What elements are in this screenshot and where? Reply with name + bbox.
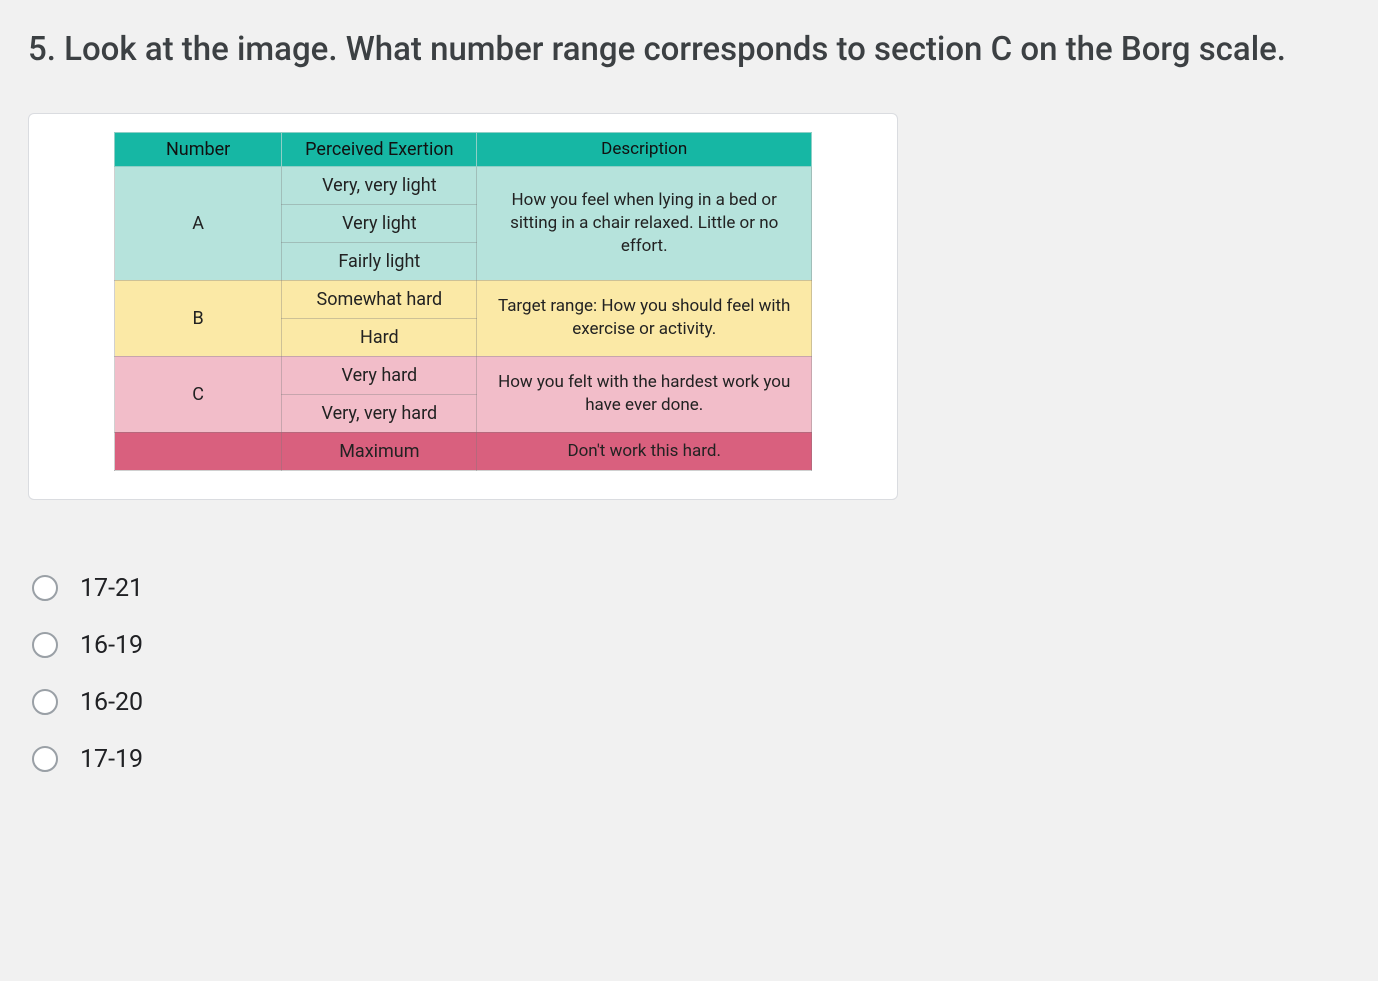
- answer-option-2[interactable]: 16-20: [28, 674, 1350, 731]
- answer-options: 17-21 16-19 16-20 17-19: [28, 560, 1350, 788]
- section-b-label: B: [115, 280, 282, 356]
- question-body: Look at the image. What number range cor…: [64, 30, 1286, 69]
- answer-option-1[interactable]: 16-19: [28, 617, 1350, 674]
- option-label: 17-19: [80, 745, 143, 774]
- section-c-label: C: [115, 356, 282, 432]
- section-b-description: Target range: How you should feel with e…: [477, 280, 812, 356]
- section-c-description: How you felt with the hardest work you h…: [477, 356, 812, 432]
- header-description: Description: [477, 132, 812, 166]
- question-number: 5.: [28, 30, 56, 69]
- table-row: Maximum Don't work this hard.: [115, 432, 812, 470]
- exertion-cell: Very light: [282, 204, 477, 242]
- exertion-cell: Maximum: [282, 432, 477, 470]
- radio-icon: [32, 575, 58, 601]
- radio-icon: [32, 746, 58, 772]
- option-label: 16-20: [80, 688, 143, 717]
- option-label: 16-19: [80, 631, 143, 660]
- max-description: Don't work this hard.: [477, 432, 812, 470]
- exertion-cell: Very, very light: [282, 166, 477, 204]
- radio-icon: [32, 689, 58, 715]
- borg-table-container: Number Perceived Exertion Description A …: [28, 113, 898, 500]
- table-row: C Very hard How you felt with the hardes…: [115, 356, 812, 394]
- table-row: A Very, very light How you feel when lyi…: [115, 166, 812, 204]
- exertion-cell: Fairly light: [282, 242, 477, 280]
- table-row: B Somewhat hard Target range: How you sh…: [115, 280, 812, 318]
- exertion-cell: Very, very hard: [282, 394, 477, 432]
- header-exertion: Perceived Exertion: [282, 132, 477, 166]
- max-number-cell: [115, 432, 282, 470]
- exertion-cell: Somewhat hard: [282, 280, 477, 318]
- section-a-label: A: [115, 166, 282, 280]
- section-a-description: How you feel when lying in a bed or sitt…: [477, 166, 812, 280]
- answer-option-0[interactable]: 17-21: [28, 560, 1350, 617]
- header-number: Number: [115, 132, 282, 166]
- table-header-row: Number Perceived Exertion Description: [115, 132, 812, 166]
- radio-icon: [32, 632, 58, 658]
- exertion-cell: Very hard: [282, 356, 477, 394]
- answer-option-3[interactable]: 17-19: [28, 731, 1350, 788]
- question-text: 5. Look at the image. What number range …: [28, 28, 1350, 73]
- option-label: 17-21: [80, 574, 143, 603]
- borg-table: Number Perceived Exertion Description A …: [114, 132, 812, 471]
- exertion-cell: Hard: [282, 318, 477, 356]
